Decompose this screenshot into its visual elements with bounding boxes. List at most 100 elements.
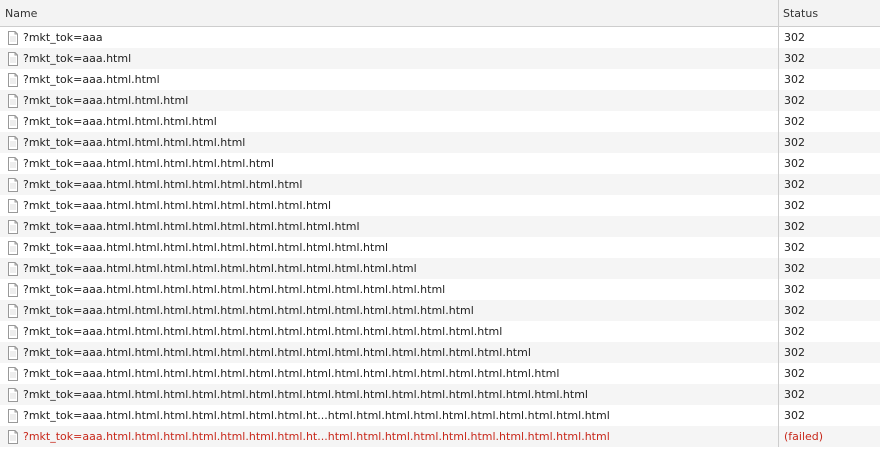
request-status-cell: 302 [778,69,880,90]
table-header: Name Status [0,0,880,27]
request-status-cell: 302 [778,300,880,321]
request-name-cell[interactable]: ?mkt_tok=aaa.html.html.html.html [0,111,778,132]
table-row[interactable]: ?mkt_tok=aaa.html.html.html.html.html.ht… [0,279,880,300]
request-status-cell: 302 [778,111,880,132]
status-column-header-label: Status [783,6,819,20]
request-status-cell: 302 [778,237,880,258]
request-status: 302 [784,136,805,149]
table-row[interactable]: ?mkt_tok=aaa.html.html 302 [0,69,880,90]
request-name-cell[interactable]: ?mkt_tok=aaa.html.html.html.html.html [0,132,778,153]
request-status: 302 [784,241,805,254]
request-name: ?mkt_tok=aaa.html.html.html.html.html.ht… [23,178,303,191]
request-status: 302 [784,52,805,65]
document-icon [8,156,18,171]
request-status: 302 [784,73,805,86]
request-status-cell: 302 [778,342,880,363]
table-row[interactable]: ?mkt_tok=aaa.html.html.html.html.html.ht… [0,384,880,405]
request-status-cell: 302 [778,258,880,279]
document-icon [8,177,18,192]
request-name-cell[interactable]: ?mkt_tok=aaa.html.html.html.html.html.ht… [0,279,778,300]
request-status: 302 [784,346,805,359]
table-row[interactable]: ?mkt_tok=aaa.html 302 [0,48,880,69]
request-status-cell: 302 [778,153,880,174]
request-status: 302 [784,304,805,317]
request-name-cell[interactable]: ?mkt_tok=aaa.html.html.html.html.html.ht… [0,300,778,321]
request-name-cell[interactable]: ?mkt_tok=aaa.html.html.html.html.html.ht… [0,153,778,174]
request-name-cell[interactable]: ?mkt_tok=aaa.html.html.html.html.html.ht… [0,342,778,363]
request-name: ?mkt_tok=aaa.html.html.html.html [23,115,217,128]
request-status: 302 [784,367,805,380]
table-row[interactable]: ?mkt_tok=aaa.html.html.html.html.html.ht… [0,195,880,216]
request-status-cell: 302 [778,90,880,111]
document-icon [8,345,18,360]
document-icon [8,303,18,318]
request-status-cell: 302 [778,27,880,48]
table-row[interactable]: ?mkt_tok=aaa.html.html.html.html.html.ht… [0,153,880,174]
table-row[interactable]: ?mkt_tok=aaa.html.html.html.html.html.ht… [0,342,880,363]
request-name-cell[interactable]: ?mkt_tok=aaa.html.html.html.html.html.ht… [0,363,778,384]
document-icon [8,93,18,108]
table-row[interactable]: ?mkt_tok=aaa.html.html.html.html.html.ht… [0,405,880,426]
request-name-cell[interactable]: ?mkt_tok=aaa.html.html.html [0,90,778,111]
table-row[interactable]: ?mkt_tok=aaa.html.html.html.html.html.ht… [0,216,880,237]
table-row[interactable]: ?mkt_tok=aaa.html.html.html.html.html.ht… [0,174,880,195]
document-icon [8,135,18,150]
request-name: ?mkt_tok=aaa.html.html.html.html.html.ht… [23,325,503,338]
table-row[interactable]: ?mkt_tok=aaa.html.html.html.html.html.ht… [0,300,880,321]
request-name-cell[interactable]: ?mkt_tok=aaa.html.html.html.html.html.ht… [0,258,778,279]
table-row[interactable]: ?mkt_tok=aaa.html.html.html.html 302 [0,111,880,132]
request-name-cell[interactable]: ?mkt_tok=aaa.html.html.html.html.html.ht… [0,216,778,237]
request-name-cell[interactable]: ?mkt_tok=aaa.html.html.html.html.html.ht… [0,237,778,258]
name-column-header-label: Name [5,6,38,20]
table-row[interactable]: ?mkt_tok=aaa 302 [0,27,880,48]
request-name-cell[interactable]: ?mkt_tok=aaa.html.html.html.html.html.ht… [0,321,778,342]
request-status: 302 [784,31,805,44]
document-icon [8,261,18,276]
request-status-cell: 302 [778,321,880,342]
request-name: ?mkt_tok=aaa.html.html.html.html.html.ht… [23,346,531,359]
request-name-cell[interactable]: ?mkt_tok=aaa.html.html.html.html.html.ht… [0,426,778,447]
request-status: 302 [784,115,805,128]
request-name: ?mkt_tok=aaa.html.html.html.html.html [23,136,246,149]
request-name: ?mkt_tok=aaa.html.html [23,73,160,86]
table-row[interactable]: ?mkt_tok=aaa.html.html.html 302 [0,90,880,111]
request-name: ?mkt_tok=aaa.html.html.html.html.html.ht… [23,157,274,170]
request-status-cell: 302 [778,405,880,426]
request-status: 302 [784,283,805,296]
document-icon [8,429,18,444]
request-status-cell: (failed) [778,426,880,447]
request-name: ?mkt_tok=aaa.html.html.html.html.html.ht… [23,304,474,317]
request-name-cell[interactable]: ?mkt_tok=aaa.html.html.html.html.html.ht… [0,405,778,426]
request-name-cell[interactable]: ?mkt_tok=aaa.html.html [0,69,778,90]
table-row[interactable]: ?mkt_tok=aaa.html.html.html.html.html.ht… [0,363,880,384]
network-requests-panel: Name Status ?mkt_tok=aaa 302 ?mkt_tok=aaa… [0,0,880,452]
table-row-failed[interactable]: ?mkt_tok=aaa.html.html.html.html.html.ht… [0,426,880,447]
request-name-cell[interactable]: ?mkt_tok=aaa.html.html.html.html.html.ht… [0,384,778,405]
table-row[interactable]: ?mkt_tok=aaa.html.html.html.html.html.ht… [0,258,880,279]
request-name-cell[interactable]: ?mkt_tok=aaa [0,27,778,48]
request-name-cell[interactable]: ?mkt_tok=aaa.html.html.html.html.html.ht… [0,174,778,195]
request-name-cell[interactable]: ?mkt_tok=aaa.html [0,48,778,69]
request-name-cell[interactable]: ?mkt_tok=aaa.html.html.html.html.html.ht… [0,195,778,216]
document-icon [8,72,18,87]
table-row[interactable]: ?mkt_tok=aaa.html.html.html.html.html.ht… [0,237,880,258]
document-icon [8,51,18,66]
table-row[interactable]: ?mkt_tok=aaa.html.html.html.html.html.ht… [0,321,880,342]
name-column-header[interactable]: Name [0,0,778,26]
request-status: 302 [784,262,805,275]
request-status-cell: 302 [778,195,880,216]
status-column-header[interactable]: Status [778,0,880,26]
request-status: 302 [784,220,805,233]
request-status: 302 [784,325,805,338]
request-name: ?mkt_tok=aaa.html.html.html.html.html.ht… [23,388,588,401]
request-status-cell: 302 [778,132,880,153]
request-name: ?mkt_tok=aaa.html.html.html [23,94,189,107]
request-status-failed: (failed) [784,430,824,443]
table-row[interactable]: ?mkt_tok=aaa.html.html.html.html.html 302 [0,132,880,153]
request-name: ?mkt_tok=aaa.html.html.html.html.html.ht… [23,430,610,443]
request-status-cell: 302 [778,216,880,237]
request-list: ?mkt_tok=aaa 302 ?mkt_tok=aaa.html 302 ?mk… [0,27,880,447]
request-status-cell: 302 [778,279,880,300]
request-status: 302 [784,409,805,422]
request-name: ?mkt_tok=aaa.html.html.html.html.html.ht… [23,262,417,275]
